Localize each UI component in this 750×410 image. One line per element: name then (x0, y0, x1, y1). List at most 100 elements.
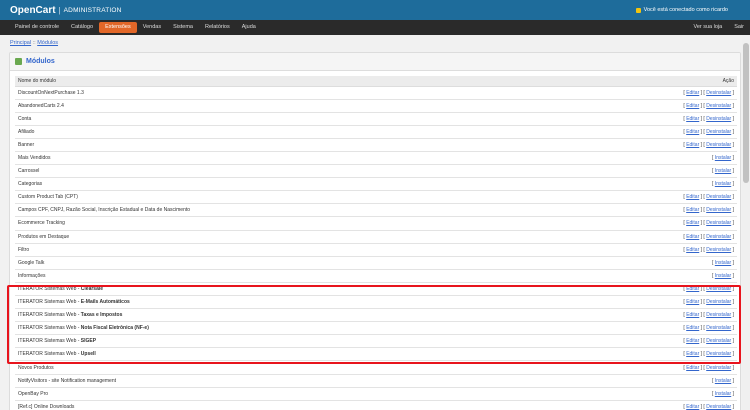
bracket-close: ] (731, 181, 734, 188)
module-actions: [ Editar ] [ Desinstalar ] (562, 334, 737, 349)
uninstall-link[interactable]: Desinstalar (706, 286, 731, 292)
menu-item-2[interactable]: Extensões (99, 22, 137, 33)
uninstall-link[interactable]: Desinstalar (706, 351, 731, 357)
uninstall-link[interactable]: Desinstalar (706, 338, 731, 344)
edit-link[interactable]: Editar (686, 142, 699, 148)
bracket-close: ] (731, 141, 734, 148)
module-name-text: NotifyVisitors - site Notification manag… (18, 377, 117, 384)
edit-link[interactable]: Editar (686, 129, 699, 135)
install-link[interactable]: Instalar (715, 273, 731, 279)
table-row: ITERATOR Sistemas Web - Nota Fiscal Elet… (15, 321, 737, 336)
scroll-thumb[interactable] (743, 43, 749, 183)
edit-link[interactable]: Editar (686, 312, 699, 318)
breadcrumb-current[interactable]: Módulos (37, 40, 58, 46)
menu-right-item-0[interactable]: Ver sua loja (687, 22, 728, 33)
module-name-text: DiscountOnNextPurchase 1.3 (18, 89, 84, 96)
table-row: Campos CPF, CNPJ, Razão Social, Inscriçã… (15, 203, 737, 218)
menu-item-0[interactable]: Painel de controle (9, 22, 65, 33)
uninstall-link[interactable]: Desinstalar (706, 194, 731, 200)
uninstall-link[interactable]: Desinstalar (706, 299, 731, 305)
table-row: AbandonedCarts 2.4 [ Editar ] [ Desinstal… (15, 99, 737, 113)
uninstall-link[interactable]: Desinstalar (706, 116, 731, 122)
bracket-close: ] (731, 272, 734, 279)
module-name: Banner (15, 138, 563, 152)
puzzle-icon (15, 58, 22, 65)
install-link[interactable]: Instalar (715, 378, 731, 384)
edit-link[interactable]: Editar (686, 247, 699, 253)
menu-item-4[interactable]: Sistema (167, 22, 199, 33)
menu-item-6[interactable]: Ajuda (236, 22, 262, 33)
table-row: [Ref.c] Online Downloads [ Editar ] [ Des… (15, 400, 737, 410)
module-name-text: ITERATOR Sistemas Web - (18, 285, 81, 292)
bracket-close: ] (731, 259, 734, 266)
module-actions: [ Editar ] [ Desinstalar ] (562, 243, 737, 257)
table-row: NotifyVisitors - site Notification manag… (15, 374, 737, 388)
module-actions: [ Editar ] [ Desinstalar ] (562, 112, 737, 126)
table-row: Afiliado [ Editar ] [ Desinstalar ] (15, 125, 737, 139)
edit-link[interactable]: Editar (686, 325, 699, 331)
uninstall-link[interactable]: Desinstalar (706, 234, 731, 240)
module-name: Custom Product Tab (CPT) (15, 190, 563, 205)
module-actions: [ Editar ] [ Desinstalar ] (562, 99, 737, 113)
bracket-close: ] (731, 377, 734, 384)
edit-link[interactable]: Editar (686, 365, 699, 371)
breadcrumb-separator: :: (32, 40, 36, 46)
breadcrumb-home[interactable]: Principal (10, 40, 31, 46)
edit-link[interactable]: Editar (686, 194, 699, 200)
install-link[interactable]: Instalar (715, 260, 731, 266)
user-status: Você está conectado como ricardo (635, 7, 750, 13)
module-actions: [ Instalar ] (562, 177, 737, 192)
uninstall-link[interactable]: Desinstalar (706, 129, 731, 135)
module-name-text: ITERATOR Sistemas Web - (18, 312, 81, 319)
module-actions: [ Editar ] [ Desinstalar ] (562, 190, 737, 205)
edit-link[interactable]: Editar (686, 207, 699, 213)
uninstall-link[interactable]: Desinstalar (706, 404, 731, 410)
module-actions: [ Editar ] [ Desinstalar ] (562, 138, 737, 152)
menu-item-1[interactable]: Catálogo (65, 22, 99, 33)
edit-link[interactable]: Editar (686, 90, 699, 96)
edit-link[interactable]: Editar (686, 286, 699, 292)
edit-link[interactable]: Editar (686, 338, 699, 344)
uninstall-link[interactable]: Desinstalar (706, 312, 731, 318)
install-link[interactable]: Instalar (715, 391, 731, 397)
module-name-bold: SIGEP (80, 338, 97, 345)
module-name-text: OpenBay Pro (18, 390, 49, 397)
uninstall-link[interactable]: Desinstalar (706, 325, 731, 331)
edit-link[interactable]: Editar (686, 404, 699, 410)
menu-item-5[interactable]: Relatórios (199, 22, 236, 33)
uninstall-link[interactable]: Desinstalar (706, 220, 731, 226)
uninstall-link[interactable]: Desinstalar (706, 207, 731, 213)
module-name-text: Banner (18, 141, 35, 148)
menu-item-3[interactable]: Vendas (137, 22, 167, 33)
uninstall-link[interactable]: Desinstalar (706, 365, 731, 371)
edit-link[interactable]: Editar (686, 234, 699, 240)
module-actions: [ Instalar ] (562, 164, 737, 179)
module-name-bold: Upsell (80, 351, 96, 358)
uninstall-link[interactable]: Desinstalar (706, 103, 731, 109)
install-link[interactable]: Instalar (715, 181, 731, 187)
edit-link[interactable]: Editar (686, 103, 699, 109)
module-name: Ecommerce Tracking (15, 216, 563, 231)
edit-link[interactable]: Editar (686, 116, 699, 122)
install-link[interactable]: Instalar (715, 168, 731, 174)
module-name-text: AbandonedCarts 2.4 (18, 102, 64, 109)
main-menu: Painel de controle Catálogo Extensões Venda… (0, 20, 750, 35)
edit-link[interactable]: Editar (686, 351, 699, 357)
install-link[interactable]: Instalar (715, 155, 731, 161)
uninstall-link[interactable]: Desinstalar (706, 247, 731, 253)
edit-link[interactable]: Editar (686, 299, 699, 305)
module-name-bold: Nota Fiscal Eletrônica (NF-e) (80, 325, 149, 332)
user-status-text: Você está conectado como ricardo (643, 7, 728, 13)
module-actions: [ Editar ] [ Desinstalar ] (562, 308, 737, 323)
scrollbar[interactable] (742, 35, 750, 410)
edit-link[interactable]: Editar (686, 220, 699, 226)
uninstall-link[interactable]: Desinstalar (706, 90, 731, 96)
uninstall-link[interactable]: Desinstalar (706, 142, 731, 148)
module-actions: [ Editar ] [ Desinstalar ] (562, 230, 737, 244)
box-header: Módulos (10, 53, 740, 71)
logo-subtitle: ADMINISTRATION (63, 6, 122, 14)
bracket-close: ] (731, 168, 734, 175)
module-name: Filtro (15, 243, 563, 257)
menu-right-item-1[interactable]: Sair (728, 22, 750, 33)
module-name-text: Informações (18, 272, 46, 279)
